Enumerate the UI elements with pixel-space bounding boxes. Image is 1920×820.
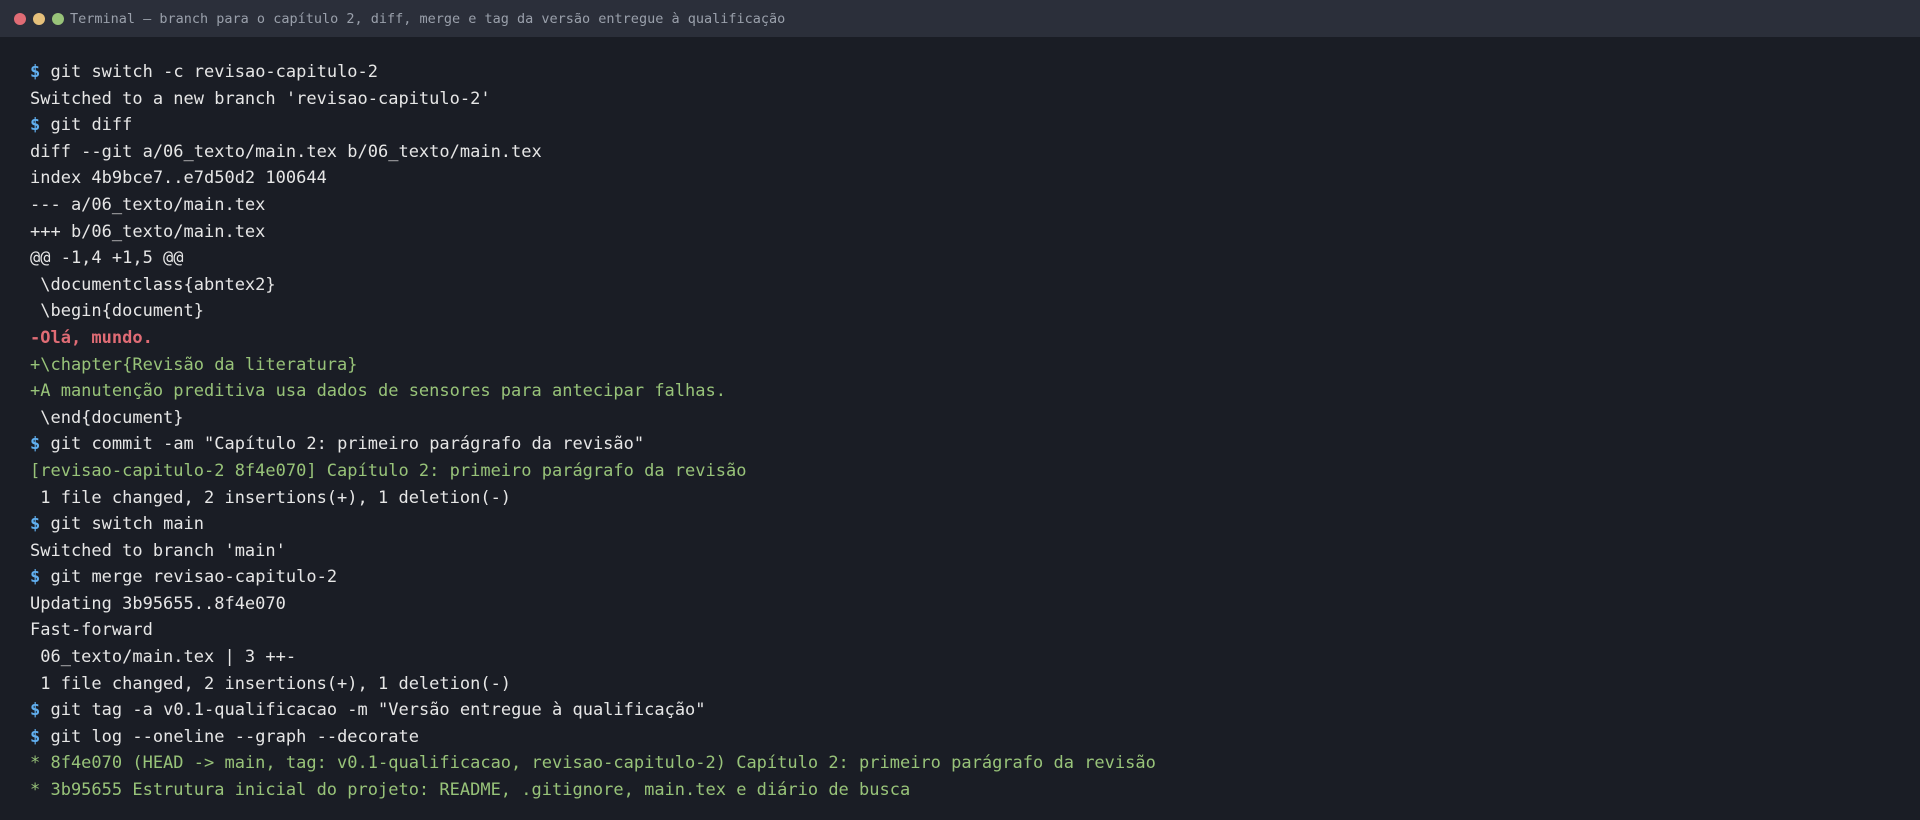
output-line: Fast-forward: [30, 620, 153, 641]
output-row: --- a/06_texto/main.tex: [30, 192, 1920, 219]
output-row: -Olá, mundo.: [30, 325, 1920, 352]
output-line: 1 file changed, 2 insertions(+), 1 delet…: [30, 487, 512, 508]
prompt-symbol: $: [30, 115, 41, 136]
output-row: @@ -1,4 +1,5 @@: [30, 245, 1920, 272]
output-line: --- a/06_texto/main.tex: [30, 194, 266, 215]
title-bar: Terminal — branch para o capítulo 2, dif…: [0, 0, 1920, 37]
minimize-window-button[interactable]: [33, 12, 45, 25]
output-row: diff --git a/06_texto/main.tex b/06_text…: [30, 139, 1920, 166]
output-row: index 4b9bce7..e7d50d2 100644: [30, 165, 1920, 192]
output-row: +\chapter{Revisão da literatura}: [30, 352, 1920, 379]
command-text: git diff: [50, 115, 133, 136]
output-row: 1 file changed, 2 insertions(+), 1 delet…: [30, 671, 1920, 698]
prompt-symbol: $: [30, 514, 41, 535]
output-row: Updating 3b95655..8f4e070: [30, 591, 1920, 618]
output-row: * 8f4e070 (HEAD -> main, tag: v0.1-quali…: [30, 750, 1920, 777]
output-row: +A manutenção preditiva usa dados de sen…: [30, 378, 1920, 405]
output-row: \begin{document}: [30, 298, 1920, 325]
output-row: [revisao-capitulo-2 8f4e070] Capítulo 2:…: [30, 458, 1920, 485]
output-line: \begin{document}: [30, 301, 204, 322]
output-row: * 3b95655 Estrutura inicial do projeto: …: [30, 777, 1920, 804]
output-line: diff --git a/06_texto/main.tex b/06_text…: [30, 141, 542, 162]
window-title: Terminal — branch para o capítulo 2, dif…: [70, 10, 786, 27]
output-line: 06_texto/main.tex | 3 ++-: [30, 647, 297, 668]
output-line: 1 file changed, 2 insertions(+), 1 delet…: [30, 673, 512, 694]
terminal-window: Terminal — branch para o capítulo 2, dif…: [0, 0, 1920, 820]
output-row: Fast-forward: [30, 617, 1920, 644]
command-text: git commit -am "Capítulo 2: primeiro par…: [50, 434, 645, 455]
highlighted-output-line: +A manutenção preditiva usa dados de sen…: [30, 381, 726, 402]
command-line: $ git commit -am "Capítulo 2: primeiro p…: [30, 431, 1920, 458]
command-line: $ git merge revisao-capitulo-2: [30, 564, 1920, 591]
command-text: git merge revisao-capitulo-2: [50, 567, 338, 588]
output-row: 1 file changed, 2 insertions(+), 1 delet…: [30, 485, 1920, 512]
output-row: Switched to branch 'main': [30, 538, 1920, 565]
command-text: git log --oneline --graph --decorate: [50, 726, 419, 747]
highlighted-output-line: [revisao-capitulo-2 8f4e070] Capítulo 2:…: [30, 460, 747, 481]
prompt-symbol: $: [30, 700, 41, 721]
prompt-symbol: $: [30, 434, 41, 455]
output-line: Updating 3b95655..8f4e070: [30, 593, 286, 614]
command-line: $ git tag -a v0.1-qualificacao -m "Versã…: [30, 697, 1920, 724]
output-line: @@ -1,4 +1,5 @@: [30, 248, 184, 269]
command-line: $ git switch -c revisao-capitulo-2: [30, 59, 1920, 86]
output-row: +++ b/06_texto/main.tex: [30, 219, 1920, 246]
window-controls: [14, 12, 64, 25]
command-text: git switch main: [50, 514, 205, 535]
maximize-window-button[interactable]: [52, 12, 64, 25]
output-row: 06_texto/main.tex | 3 ++-: [30, 644, 1920, 671]
output-line: \documentclass{abntex2}: [30, 274, 276, 295]
output-row: \documentclass{abntex2}: [30, 272, 1920, 299]
diff-deletion-line: -Olá, mundo.: [30, 327, 153, 348]
highlighted-output-line: * 3b95655 Estrutura inicial do projeto: …: [30, 780, 911, 801]
prompt-symbol: $: [30, 62, 41, 82]
command-line: $ git diff: [30, 112, 1920, 139]
command-line: $ git switch main: [30, 511, 1920, 538]
output-row: Switched to a new branch 'revisao-capitu…: [30, 86, 1920, 113]
command-text: git switch -c revisao-capitulo-2: [50, 62, 379, 82]
output-line: index 4b9bce7..e7d50d2 100644: [30, 168, 327, 189]
prompt-symbol: $: [30, 726, 41, 747]
command-line: $ git log --oneline --graph --decorate: [30, 724, 1920, 751]
output-row: \end{document}: [30, 405, 1920, 432]
output-line: Switched to branch 'main': [30, 540, 286, 561]
command-text: git tag -a v0.1-qualificacao -m "Versão …: [50, 700, 706, 721]
close-window-button[interactable]: [14, 12, 26, 25]
prompt-symbol: $: [30, 567, 41, 588]
highlighted-output-line: +\chapter{Revisão da literatura}: [30, 354, 358, 375]
terminal-output[interactable]: $ git switch -c revisao-capitulo-2 Switch…: [0, 37, 1920, 804]
output-line: Switched to a new branch 'revisao-capitu…: [30, 88, 491, 109]
output-line: \end{document}: [30, 407, 184, 428]
highlighted-output-line: * 8f4e070 (HEAD -> main, tag: v0.1-quali…: [30, 753, 1156, 774]
output-line: +++ b/06_texto/main.tex: [30, 221, 266, 242]
